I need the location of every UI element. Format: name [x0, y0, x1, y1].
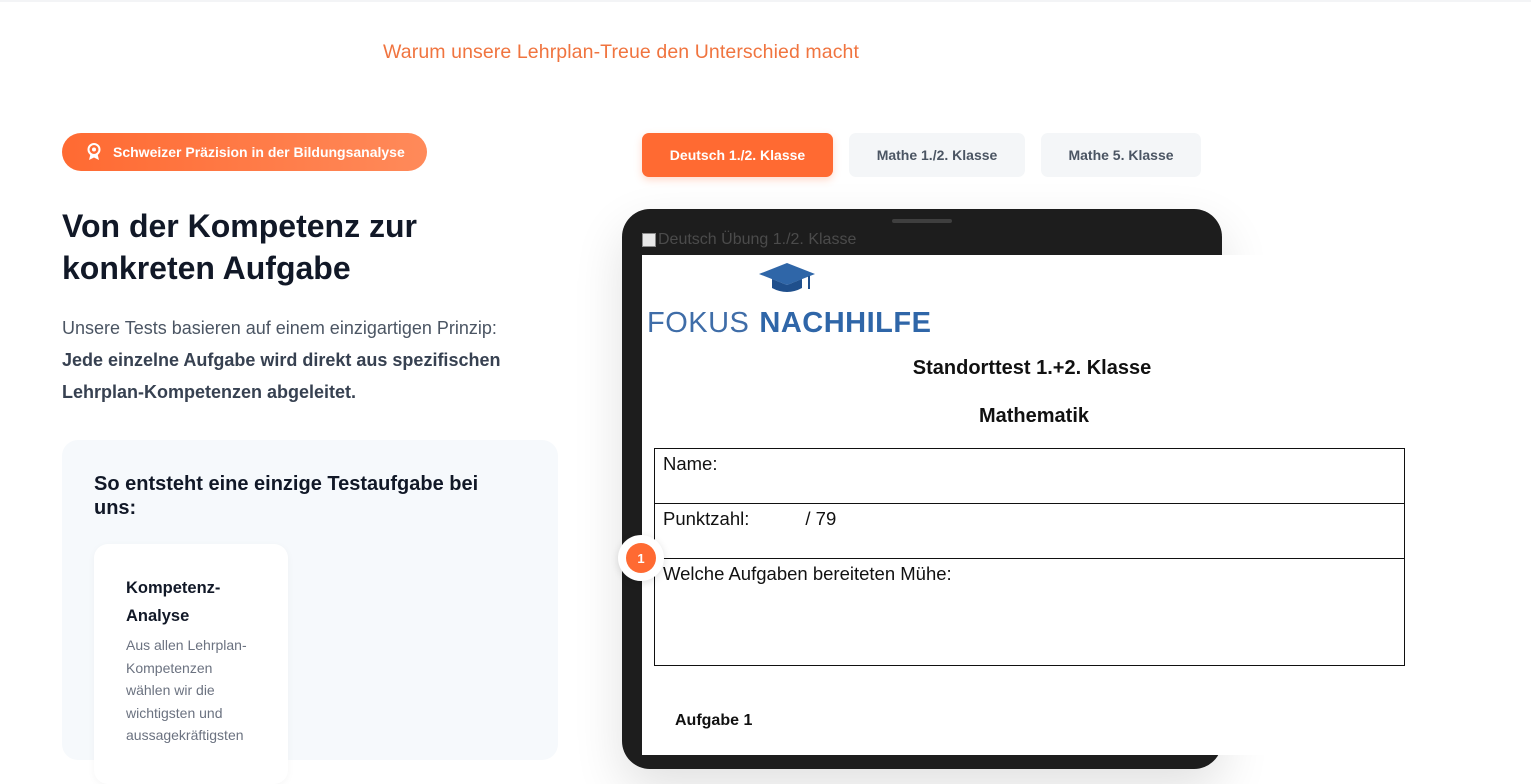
- step-marker-number: 1: [626, 543, 656, 573]
- tab-mathe-5[interactable]: Mathe 5. Klasse: [1041, 133, 1201, 177]
- broken-image-icon: [642, 233, 656, 247]
- graduation-cap-icon: [759, 263, 815, 292]
- section-kicker: Warum unsere Lehrplan-Treue den Untersch…: [383, 41, 860, 63]
- image-alt-text: Deutsch Übung 1./2. Klasse: [658, 231, 857, 248]
- tab-mathe-1-2[interactable]: Mathe 1./2. Klasse: [849, 133, 1025, 177]
- trouble-label: Welche Aufgaben bereiteten Mühe:: [654, 558, 1405, 666]
- logo-word-fokus: FOKUS: [647, 307, 750, 339]
- task-label: Aufgabe 1: [675, 712, 753, 729]
- tab-deutsch-1-2[interactable]: Deutsch 1./2. Klasse: [642, 133, 833, 177]
- worksheet-preview: FOKUS NACHHILFE Standorttest 1.+2. Klasse…: [642, 255, 1405, 755]
- intro-paragraph: Unsere Tests basieren auf einem einzigar…: [62, 312, 562, 408]
- step-title: Kompetenz-Analyse: [126, 579, 221, 625]
- worksheet-subject: Mathematik: [978, 405, 1090, 427]
- table-row: Name:: [654, 448, 1405, 504]
- points-label: Punktzahl:: [663, 508, 750, 529]
- broken-image-alt: Deutsch Übung 1./2. Klasse: [642, 231, 856, 249]
- table-row: Punktzahl: / 79: [654, 503, 1405, 559]
- intro-text: Unsere Tests basieren auf einem einzigar…: [62, 318, 497, 338]
- precision-badge: Schweizer Präzision in der Bildungsanaly…: [62, 133, 427, 171]
- steps-card: So entsteht eine einzige Testaufgabe bei…: [62, 440, 558, 784]
- logo-word-nachhilfe: NACHHILFE: [759, 307, 932, 339]
- device-notch: [892, 219, 952, 223]
- steps-title: So entsteht eine einzige Testaufgabe bei…: [94, 473, 479, 519]
- top-divider: [0, 0, 1531, 2]
- page-headline: Von der Kompetenz zur konkreten Aufgabe: [62, 208, 417, 286]
- step-description: Aus allen Lehrplan-Kompetenzen wählen wi…: [126, 637, 247, 743]
- step-marker-1[interactable]: 1: [618, 535, 664, 581]
- worksheet-title: Standorttest 1.+2. Klasse: [912, 357, 1152, 379]
- table-row: Welche Aufgaben bereiteten Mühe:: [654, 558, 1405, 666]
- badge-label: Schweizer Präzision in der Bildungsanaly…: [113, 144, 405, 160]
- award-icon: [87, 143, 101, 160]
- points-value: / 79: [805, 508, 837, 529]
- step-item-competence-analysis: Kompetenz-Analyse Aus allen Lehrplan-Kom…: [94, 544, 288, 784]
- name-label: Name:: [654, 448, 1405, 504]
- fokus-nachhilfe-logo: FOKUS NACHHILFE: [647, 261, 937, 339]
- intro-highlight: Jede einzelne Aufgabe wird direkt aus sp…: [62, 350, 501, 402]
- worksheet-form-table: Name: Punktzahl: / 79 Welche Aufgaben ber…: [654, 448, 1405, 666]
